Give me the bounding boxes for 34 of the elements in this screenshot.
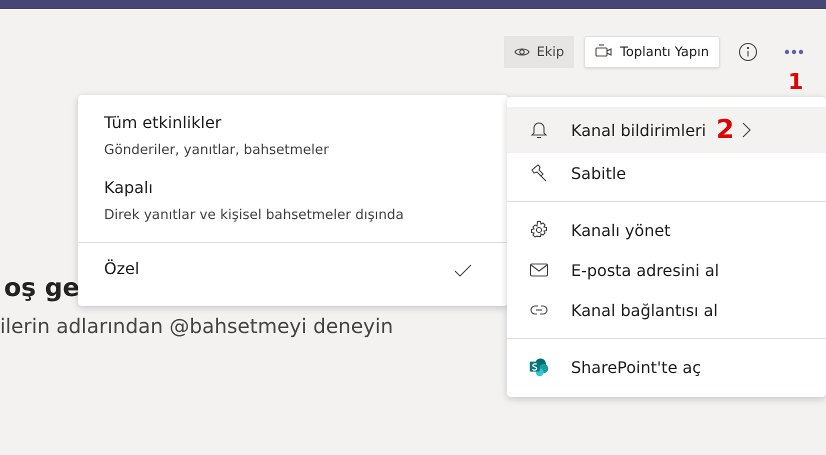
menu-item-label: Sabitle bbox=[571, 164, 626, 182]
menu-option[interactable]: Tüm etkinlikler Gönderiler, yanıtlar, bahsetmeler bbox=[78, 107, 508, 172]
info-icon[interactable] bbox=[738, 42, 758, 62]
chevron-icon bbox=[742, 122, 752, 138]
more-icon[interactable] bbox=[784, 49, 804, 55]
bell-icon bbox=[529, 120, 549, 140]
menu-item-label: E-posta adresini al bbox=[571, 260, 720, 280]
heading-text: oş ge bbox=[3, 273, 80, 302]
menu-item[interactable]: Kanal bağlantısı al bbox=[507, 290, 826, 330]
menu-item-label: SharePoint'te aç bbox=[571, 358, 702, 376]
menu-item[interactable]: Kanal bildirimleri 2 bbox=[507, 107, 826, 153]
eye-icon bbox=[514, 46, 530, 58]
option-description: Direk yanıtlar ve kişisel bahsetmeler dışında bbox=[104, 206, 404, 225]
mail-icon bbox=[529, 262, 549, 278]
team-button[interactable]: Ekip bbox=[504, 36, 574, 68]
pin-icon bbox=[529, 163, 549, 183]
menu-item-label: Kanalı yönet bbox=[571, 220, 670, 240]
menu-item[interactable]: SharePoint'te aç bbox=[507, 347, 826, 387]
option-title: Özel bbox=[104, 259, 140, 278]
menu-option[interactable]: Kapalı Direk yanıtlar ve kişisel bahsetmeler dışında bbox=[78, 172, 508, 236]
annotation-number: 2 bbox=[716, 117, 734, 143]
option-description: Gönderiler, yanıtlar, bahsetmeler bbox=[104, 141, 330, 160]
menu-item[interactable]: Sabitle bbox=[507, 153, 826, 193]
menu-item-label: Kanal bildirimleri bbox=[571, 120, 706, 140]
menu-item[interactable]: E-posta adresini al bbox=[507, 250, 826, 290]
menu-item-label: Kanal bağlantısı al bbox=[571, 300, 718, 320]
gear-icon bbox=[529, 220, 549, 240]
option-title: Tüm etkinlikler bbox=[104, 113, 222, 132]
menu-item[interactable]: Kanalı yönet bbox=[507, 210, 826, 250]
annotation-number: 1 bbox=[788, 72, 804, 94]
meeting-button[interactable]: Toplantı Yapın bbox=[584, 36, 720, 68]
menu-option[interactable]: Özel bbox=[78, 253, 508, 288]
option-title: Kapalı bbox=[104, 178, 154, 197]
hint-text: ilerin adlarından @bahsetmeyi deneyin bbox=[0, 314, 394, 338]
